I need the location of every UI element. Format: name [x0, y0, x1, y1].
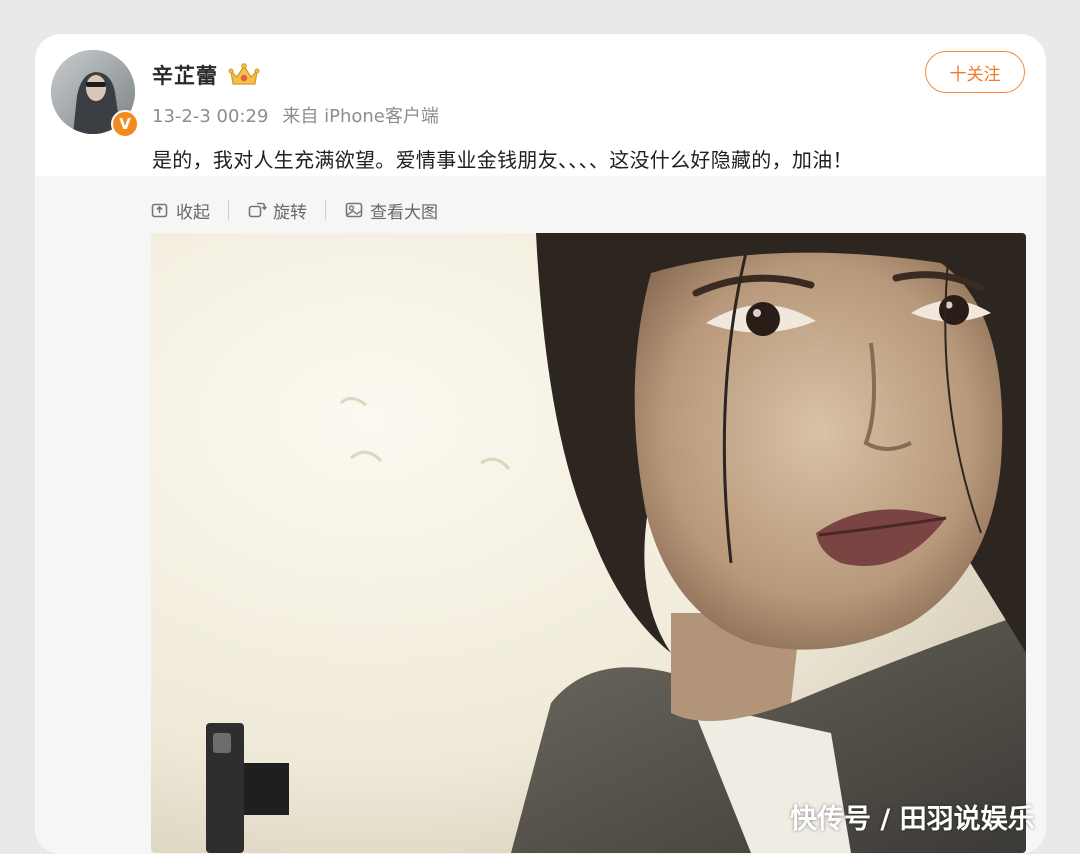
post-meta: 13-2-3 00:29 来自 iPhone客户端 [152, 102, 439, 128]
username[interactable]: 辛芷蕾 [152, 60, 218, 90]
collapse-icon [151, 203, 168, 218]
media-toolbar: 收起 旋转 查看大图 [150, 196, 438, 224]
post-source: 来自 iPhone客户端 [282, 106, 439, 127]
collapse-label: 收起 [176, 202, 210, 223]
view-large-button[interactable]: 查看大图 [344, 198, 438, 223]
post-image[interactable] [151, 233, 1026, 853]
rotate-icon [248, 202, 267, 218]
toolbar-divider [325, 200, 326, 220]
watermark: 快传号 / 田羽说娱乐 [790, 804, 1035, 835]
media-area: 收起 旋转 查看大图 [35, 176, 1046, 854]
crown-icon [228, 63, 260, 85]
post-timestamp[interactable]: 13-2-3 00:29 [152, 106, 268, 127]
rotate-button[interactable]: 旋转 [247, 198, 307, 223]
follow-button[interactable]: 十关注 [925, 51, 1025, 93]
verified-badge-icon: V [111, 110, 139, 138]
view-large-label: 查看大图 [370, 202, 438, 223]
post-text: 是的，我对人生充满欲望。爱情事业金钱朋友、、、、这没什么好隐藏的，加油！ [152, 148, 853, 172]
weibo-post-card: V 辛芷蕾 13-2-3 00:29 来自 iPhone客户端 十关注 是的，我对… [35, 34, 1046, 854]
collapse-button[interactable]: 收起 [150, 198, 210, 223]
toolbar-divider [228, 200, 229, 220]
image-view-icon [345, 202, 363, 218]
rotate-label: 旋转 [273, 202, 307, 223]
